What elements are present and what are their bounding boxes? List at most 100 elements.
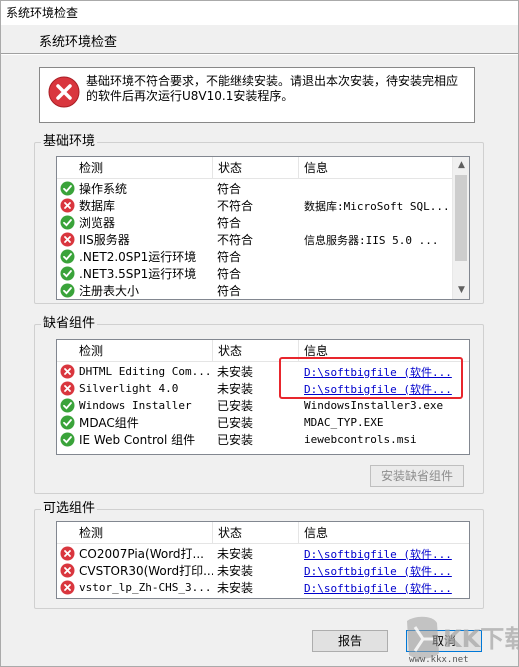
check-cell: IIS服务器 [57, 231, 213, 248]
column-header-status[interactable]: 状态 [213, 157, 299, 178]
dialog-window: 系统环境检查 系统环境检查 基础环境不符合要求，不能继续安装。请退出本次安装，待… [0, 0, 519, 667]
check-cell: CO2007Pia(Word打... [57, 545, 213, 562]
error-message-box: 基础环境不符合要求，不能继续安装。请退出本次安装，待安装完相应的软件后再次运行U… [39, 67, 475, 123]
check-cell: IE Web Control 组件 [57, 431, 213, 448]
basic-env-title: 基础环境 [41, 134, 98, 149]
check-cell: 操作系统 [57, 180, 213, 197]
error-message-text: 基础环境不符合要求，不能继续安装。请退出本次安装，待安装完相应的软件后再次运行U… [86, 74, 459, 103]
check-name: Windows Installer [79, 399, 192, 412]
info-cell: MDAC_TYP.EXE [304, 416, 384, 429]
column-header-check[interactable]: 检测 [57, 157, 213, 178]
status-cell: 未安装 [217, 581, 254, 595]
column-header-info[interactable]: 信息 [299, 522, 469, 543]
table-row[interactable]: 浏览器 符合 [57, 214, 469, 231]
list-header: 检测 状态 信息 [57, 157, 452, 179]
check-cell: 注册表大小 [57, 282, 213, 299]
check-cell: 浏览器 [57, 214, 213, 231]
status-cell: 符合 [217, 216, 242, 230]
table-row[interactable]: IIS服务器 不符合 信息服务器:IIS 5.0 ... [57, 231, 469, 248]
status-cell: 未安装 [217, 564, 254, 578]
check-circle-icon [60, 181, 75, 196]
status-cell: 符合 [217, 250, 242, 264]
check-circle-icon [60, 215, 75, 230]
check-cell: Windows Installer [57, 398, 213, 413]
table-row[interactable]: IE Web Control 组件 已安装 iewebcontrols.msi [57, 431, 469, 448]
report-button[interactable]: 报告 [312, 630, 388, 652]
check-cell: Silverlight 4.0 [57, 381, 213, 396]
table-row[interactable]: .NET3.5SP1运行环境 符合 [57, 265, 469, 282]
check-name: Silverlight 4.0 [79, 382, 179, 395]
error-circle-icon [60, 198, 75, 213]
check-cell: .NET3.5SP1运行环境 [57, 265, 213, 282]
info-link[interactable]: D:\softbigfile (软件... [299, 546, 469, 562]
check-name: IE Web Control 组件 [79, 433, 196, 447]
optional-components-title: 可选组件 [41, 501, 98, 516]
info-cell: WindowsInstaller3.exe [304, 399, 444, 412]
check-name: .NET3.5SP1运行环境 [79, 267, 197, 281]
table-row[interactable]: vstor_lp_Zh-CHS_3... 未安装 D:\softbigfile (软… [57, 579, 469, 596]
column-header-status[interactable]: 状态 [213, 522, 299, 543]
info-cell: 信息服务器:IIS 5.0 ... [304, 233, 439, 247]
info-cell: iewebcontrols.msi [304, 433, 417, 446]
check-name: 数据库 [79, 199, 116, 213]
table-row[interactable]: CO2007Pia(Word打... 未安装 D:\softbigfile (软件.… [57, 545, 469, 562]
table-row[interactable]: MDAC组件 已安装 MDAC_TYP.EXE [57, 414, 469, 431]
scroll-thumb[interactable] [455, 175, 467, 261]
error-circle-icon [60, 232, 75, 247]
check-name: 操作系统 [79, 182, 128, 196]
table-row[interactable]: CVSTOR30(Word打印... 未安装 D:\softbigfile (软件.… [57, 562, 469, 579]
error-circle-icon [60, 546, 75, 561]
check-circle-icon [60, 249, 75, 264]
table-row[interactable]: 数据库 不符合 数据库:MicroSoft SQL... [57, 197, 469, 214]
check-cell: MDAC组件 [57, 414, 213, 431]
info-link[interactable]: D:\softbigfile (软件... [299, 580, 469, 596]
table-row[interactable]: Windows Installer 已安装 WindowsInstaller3.ex… [57, 397, 469, 414]
basic-env-list[interactable]: 检测 状态 信息 操作系统 符合 数据库 不符合 数据库:MicroSoft SQL..… [56, 156, 470, 300]
status-cell: 未安装 [217, 547, 254, 561]
table-row[interactable]: 操作系统 符合 [57, 180, 469, 197]
default-components-title: 缺省组件 [41, 316, 98, 331]
scroll-down-arrow-icon[interactable]: ▼ [453, 282, 469, 299]
check-name: 浏览器 [79, 216, 116, 230]
check-name: DHTML Editing Com... [79, 365, 212, 378]
check-circle-icon [60, 432, 75, 447]
status-cell: 不符合 [217, 199, 254, 213]
highlight-box [279, 357, 463, 399]
error-circle-icon [60, 381, 75, 396]
check-circle-icon [60, 398, 75, 413]
check-circle-icon [60, 283, 75, 298]
column-header-check[interactable]: 检测 [57, 522, 213, 543]
error-circle-icon [60, 563, 75, 578]
scroll-up-arrow-icon[interactable]: ▲ [453, 157, 469, 174]
status-cell: 已安装 [217, 399, 254, 413]
status-cell: 符合 [217, 284, 242, 298]
status-cell: 已安装 [217, 433, 254, 447]
check-name: vstor_lp_Zh-CHS_3... [79, 581, 212, 594]
info-cell: 数据库:MicroSoft SQL... [304, 199, 450, 213]
status-cell: 已安装 [217, 416, 254, 430]
list-header: 检测 状态 信息 [57, 522, 469, 544]
status-cell: 符合 [217, 182, 242, 196]
check-circle-icon [60, 266, 75, 281]
error-icon [48, 76, 80, 108]
svg-text:KK下载: KK下载 [443, 625, 519, 653]
column-header-info[interactable]: 信息 [299, 157, 452, 178]
error-circle-icon [60, 580, 75, 595]
column-header-check[interactable]: 检测 [57, 340, 213, 361]
watermark-url: www.kkx.net [409, 655, 469, 665]
check-cell: 数据库 [57, 197, 213, 214]
info-link[interactable]: D:\softbigfile (软件... [299, 563, 469, 579]
check-cell: DHTML Editing Com... [57, 364, 213, 379]
basic-env-scrollbar[interactable]: ▲ ▼ [452, 157, 469, 299]
check-name: CO2007Pia(Word打... [79, 547, 204, 561]
check-cell: CVSTOR30(Word打印... [57, 562, 213, 579]
table-row[interactable]: 注册表大小 符合 [57, 282, 469, 299]
optional-components-list[interactable]: 检测 状态 信息 CO2007Pia(Word打... 未安装 D:\softbig… [56, 521, 470, 599]
status-cell: 不符合 [217, 233, 254, 247]
error-circle-icon [60, 364, 75, 379]
check-name: .NET2.0SP1运行环境 [79, 250, 197, 264]
install-default-components-button[interactable]: 安装缺省组件 [370, 465, 464, 487]
check-cell: .NET2.0SP1运行环境 [57, 248, 213, 265]
table-row[interactable]: .NET2.0SP1运行环境 符合 [57, 248, 469, 265]
check-name: MDAC组件 [79, 416, 139, 430]
